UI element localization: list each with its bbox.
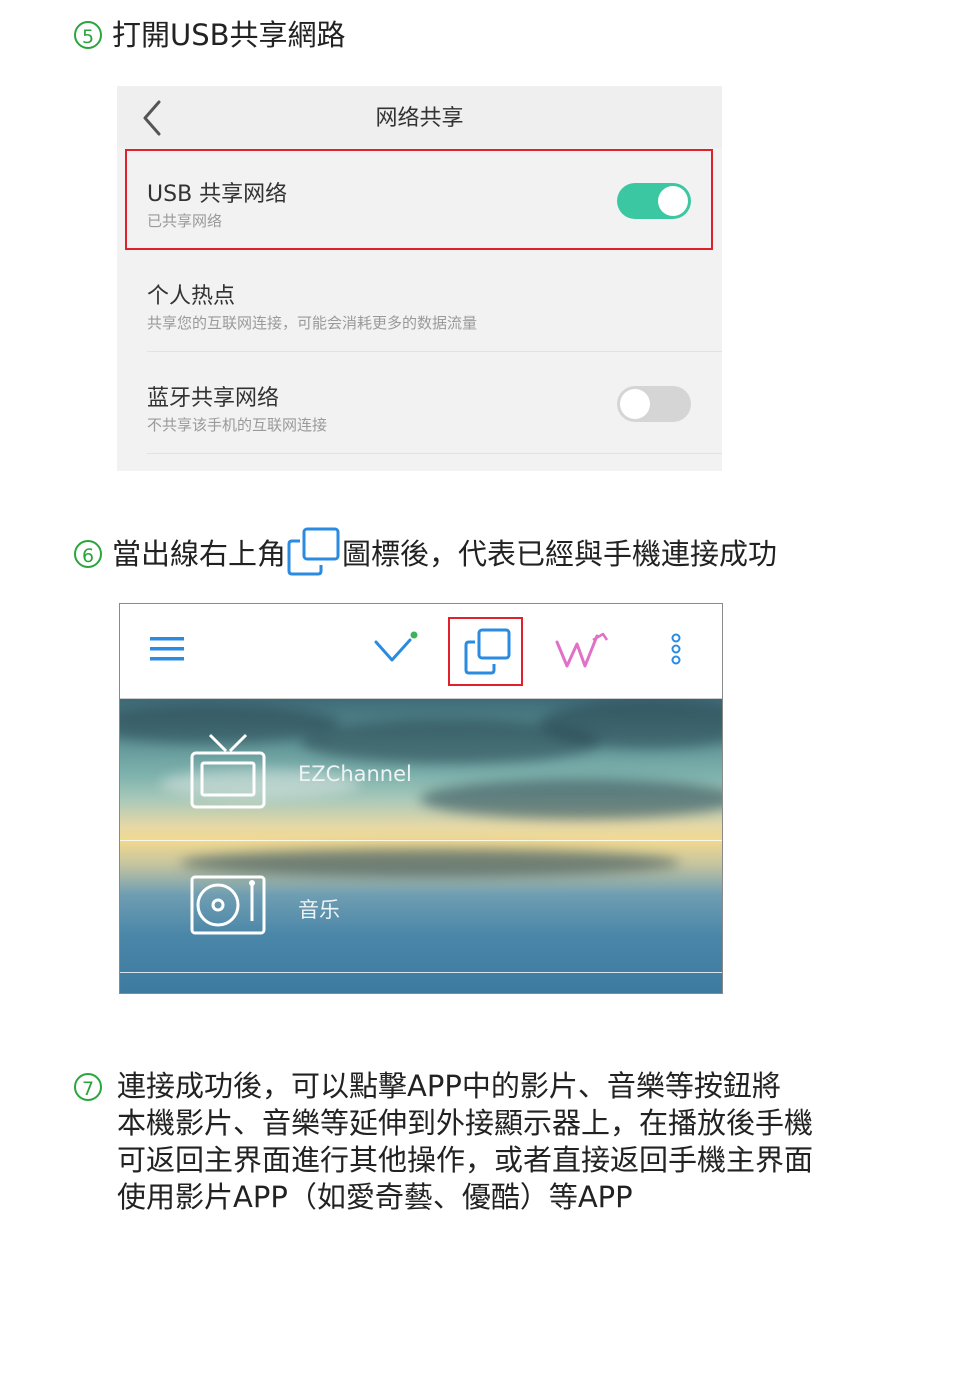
mirror-icon-highlight-box xyxy=(448,617,523,686)
step-text: 打開USB共享網路 xyxy=(112,18,346,52)
screen-mirror-icon xyxy=(287,527,340,576)
step-text-before: 當出線右上角 xyxy=(112,537,287,571)
divider xyxy=(147,351,722,352)
menu-icon[interactable] xyxy=(150,636,184,662)
app-main-screenshot: EZChannel 音乐 xyxy=(119,603,723,994)
step-number: 5 xyxy=(74,21,102,49)
bluetooth-sharing-row[interactable]: 蓝牙共享网络 不共享该手机的互联网连接 xyxy=(117,354,722,454)
bluetooth-sharing-title: 蓝牙共享网络 xyxy=(147,386,280,411)
paragraph-line: 連接成功後，可以點擊APP中的影片、音樂等按鈕將 xyxy=(117,1069,781,1103)
ezchannel-label: EZChannel xyxy=(298,762,412,786)
sky-background: EZChannel 音乐 xyxy=(120,699,722,993)
network-sharing-screenshot: 网络共享 USB 共享网络 已共享网络 个人热点 共享您的互联网连接，可能会消耗… xyxy=(117,86,722,471)
music-player-icon xyxy=(190,875,266,935)
bluetooth-sharing-subtitle: 不共享该手机的互联网连接 xyxy=(147,416,328,434)
paragraph-line: 本機影片、音樂等延伸到外接顯示器上，在播放後手機 xyxy=(117,1106,814,1140)
paragraph-line: 可返回主界面進行其他操作，或者直接返回手機主界面 xyxy=(117,1143,814,1177)
hotspot-subtitle: 共享您的互联网连接，可能会消耗更多的数据流量 xyxy=(147,314,478,332)
app-toolbar xyxy=(120,604,722,699)
wifi-display-icon[interactable] xyxy=(553,630,613,674)
bluetooth-sharing-toggle[interactable] xyxy=(617,386,691,422)
step-number: 7 xyxy=(74,1073,102,1101)
hotspot-row[interactable]: 个人热点 共享您的互联网连接，可能会消耗更多的数据流量 xyxy=(117,252,722,352)
music-label: 音乐 xyxy=(298,898,340,922)
cloud xyxy=(420,779,722,819)
item-divider xyxy=(120,840,722,841)
item-divider xyxy=(120,972,722,973)
step-number: 6 xyxy=(74,540,102,568)
divider xyxy=(147,453,722,454)
tv-icon xyxy=(190,733,266,809)
usb-row-highlight-box xyxy=(125,149,713,250)
paragraph-line: 使用影片APP（如愛奇藝、優酷）等APP xyxy=(117,1180,633,1214)
hotspot-title: 个人热点 xyxy=(147,284,236,309)
connected-check-icon[interactable] xyxy=(372,630,422,666)
step-6-heading: 6 當出線右上角 圖標後，代表已經與手機連接成功 xyxy=(74,527,778,581)
more-icon[interactable] xyxy=(668,632,684,668)
toggle-knob xyxy=(620,389,650,419)
step-text-after: 圖標後，代表已經與手機連接成功 xyxy=(342,537,778,571)
step-5-heading: 5 打開USB共享網路 xyxy=(74,17,346,53)
settings-header: 网络共享 xyxy=(117,86,722,148)
step-7-paragraph: 連接成功後，可以點擊APP中的影片、音樂等按鈕將 本機影片、音樂等延伸到外接顯示… xyxy=(117,1068,813,1216)
settings-title: 网络共享 xyxy=(375,106,464,131)
